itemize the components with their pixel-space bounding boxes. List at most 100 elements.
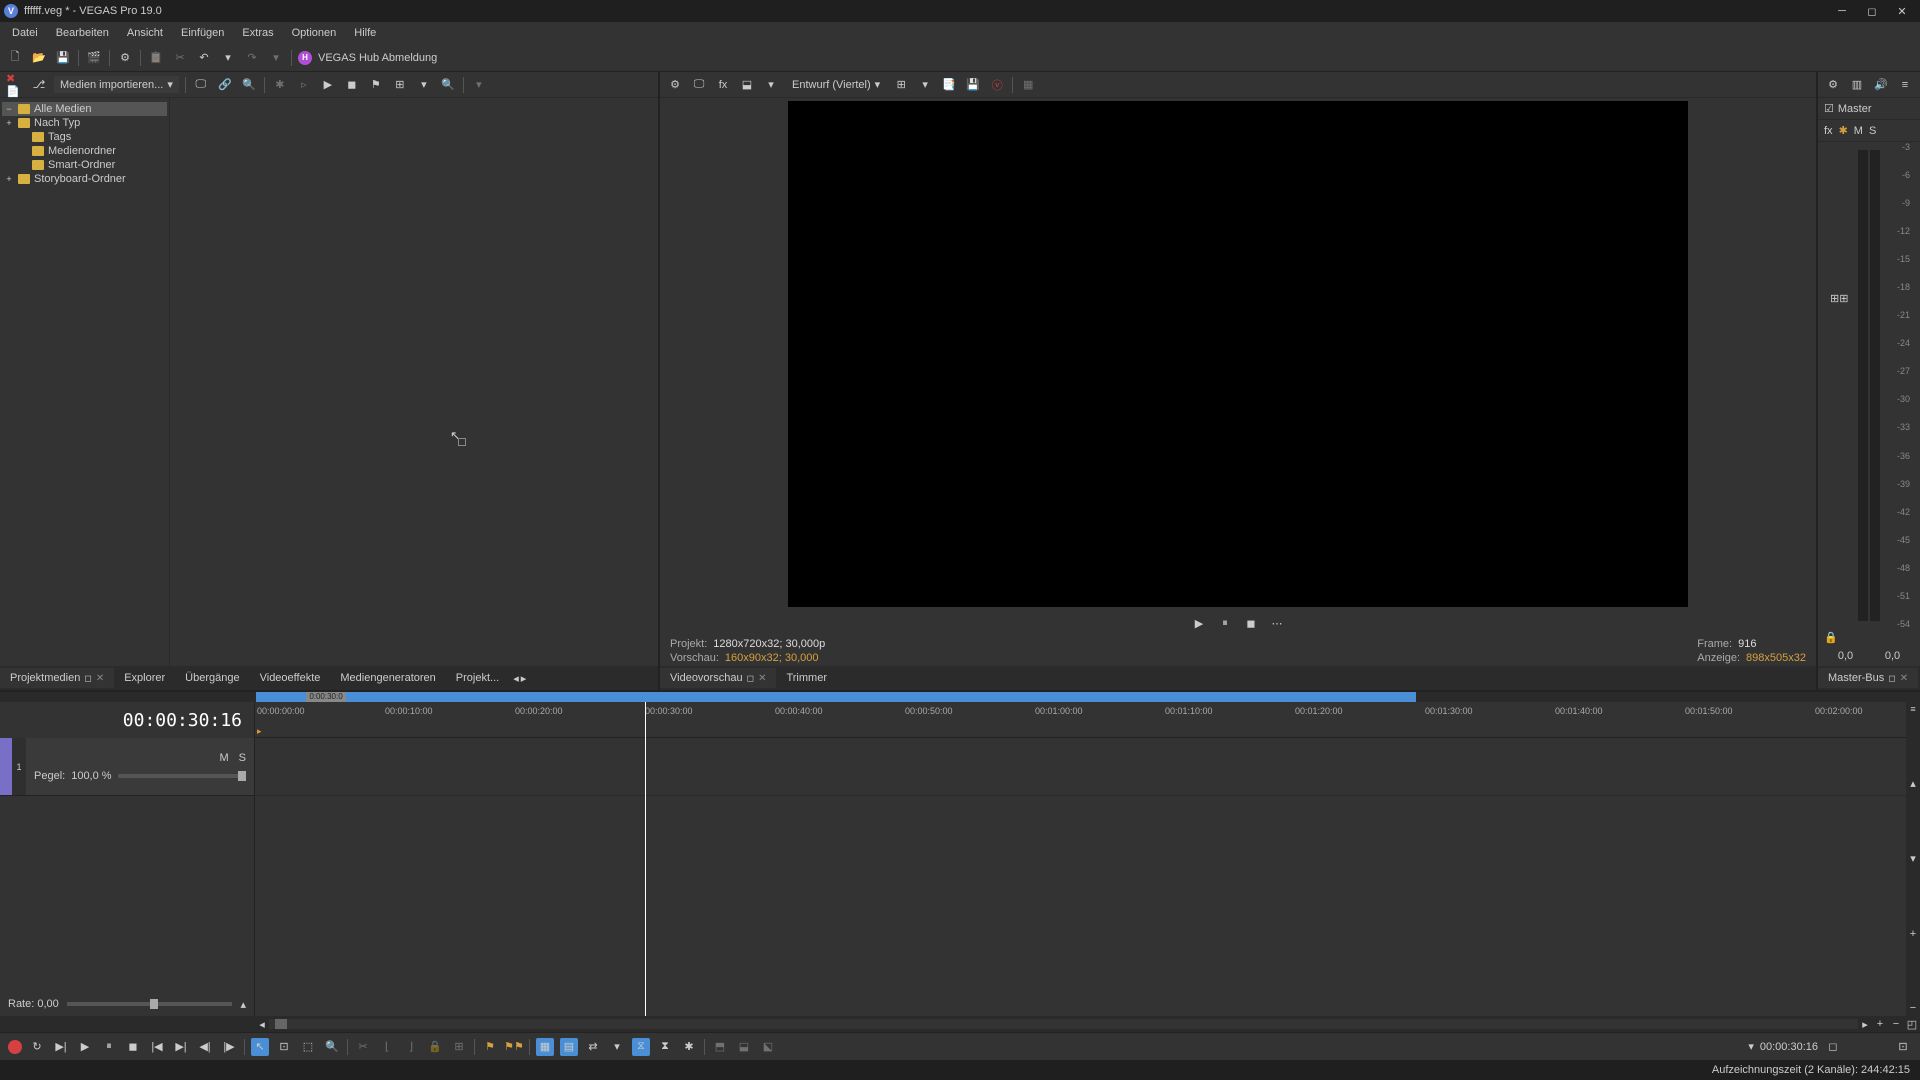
split-screen-button[interactable]: ⬓	[738, 76, 756, 94]
grid-button[interactable]: ⊞	[892, 76, 910, 94]
quality-dropdown[interactable]: Entwurf (Viertel)▾	[786, 76, 886, 93]
split-dropdown[interactable]: ▾	[762, 76, 780, 94]
track-mute-button[interactable]: M	[219, 752, 228, 764]
tab-videoeffekte[interactable]: Videoeffekte	[250, 668, 331, 688]
loop-marker[interactable]: 0:00:30:0	[306, 692, 346, 702]
mixer-dim-button[interactable]: ▥	[1848, 76, 1866, 94]
menu-hilfe[interactable]: Hilfe	[346, 25, 384, 41]
tab-uebergaenge[interactable]: Übergänge	[175, 668, 249, 688]
track-solo-button[interactable]: S	[239, 752, 246, 764]
menu-ansicht[interactable]: Ansicht	[119, 25, 171, 41]
hzoom-out[interactable]: −	[1888, 1018, 1904, 1030]
zoom-tool[interactable]: 🔍	[323, 1038, 341, 1056]
video-scope-button[interactable]: ⓥ	[988, 76, 1006, 94]
open-button[interactable]: 📂	[30, 49, 48, 67]
tab-scroll-right[interactable]: ▸	[521, 672, 527, 685]
zoom-fit[interactable]: ◰	[1904, 1018, 1920, 1031]
timeline-ruler[interactable]: ▸ 00:00:00:00 00:00:10:00 00:00:20:00 00…	[255, 702, 1906, 738]
region-button[interactable]: ⚑⚑	[505, 1038, 523, 1056]
vzoom-out[interactable]: −	[1906, 1002, 1920, 1014]
media-flag-button[interactable]: ⚑	[367, 76, 385, 94]
crossfade-options-button[interactable]: ⧗	[656, 1038, 674, 1056]
normal-edit-tool[interactable]: ↖	[251, 1038, 269, 1056]
envelope-tool[interactable]: ⊡	[275, 1038, 293, 1056]
master-mute-button[interactable]: M	[1854, 125, 1863, 137]
tab-videovorschau[interactable]: Videovorschau◻✕	[660, 668, 776, 688]
media-stop-button[interactable]: ◼	[343, 76, 361, 94]
tree-alle-medien[interactable]: −Alle Medien	[2, 102, 167, 116]
preview-pause-button[interactable]: ⏸	[1216, 614, 1234, 632]
ripple-dropdown[interactable]: ▾	[608, 1038, 626, 1056]
save-button[interactable]: 💾	[54, 49, 72, 67]
import-media-button[interactable]: Medien importieren... ▾	[54, 76, 179, 93]
tree-medienordner[interactable]: Medienordner	[2, 144, 167, 158]
undo-button[interactable]: ↶	[195, 49, 213, 67]
go-start-button[interactable]: |◀	[148, 1038, 166, 1056]
track-lane-1[interactable]	[255, 738, 1906, 796]
auto-crossfade-button[interactable]: ⧖	[632, 1038, 650, 1056]
master-checkbox[interactable]: ☑	[1824, 102, 1834, 115]
undo-dropdown[interactable]: ▾	[219, 49, 237, 67]
search-button[interactable]: 🔍	[439, 76, 457, 94]
loop-button[interactable]: ↻	[28, 1038, 46, 1056]
video-fx-button[interactable]: fx	[714, 76, 732, 94]
fx-automation-button[interactable]: ✱	[680, 1038, 698, 1056]
tree-tags[interactable]: Tags	[2, 130, 167, 144]
get-media-button[interactable]: 🔗	[216, 76, 234, 94]
mixer-props-button[interactable]: ⚙	[1824, 76, 1842, 94]
tree-storyboard-ordner[interactable]: +Storyboard-Ordner	[2, 172, 167, 186]
timeline-options-button[interactable]: ≡	[1906, 704, 1920, 714]
loop-bar[interactable]: 0:00:30:0	[0, 692, 1920, 702]
preview-more-button[interactable]: ⋯	[1268, 614, 1286, 632]
save-snapshot-button[interactable]: 💾	[964, 76, 982, 94]
play-button[interactable]: ▶	[76, 1038, 94, 1056]
preview-props-button[interactable]: ⚙	[666, 76, 684, 94]
tree-smart-ordner[interactable]: Smart-Ordner	[2, 158, 167, 172]
render-button[interactable]: 🎬	[85, 49, 103, 67]
play-start-button[interactable]: ▶|	[52, 1038, 70, 1056]
external-monitor-button[interactable]: 🖵	[690, 76, 708, 94]
menu-optionen[interactable]: Optionen	[284, 25, 345, 41]
hub-icon[interactable]: H	[298, 51, 312, 65]
transport-timecode[interactable]: 00:00:30:16	[1760, 1041, 1818, 1053]
media-options-icon[interactable]: ⎇	[30, 76, 48, 94]
loop-region[interactable]	[256, 692, 1416, 702]
hscroll-right[interactable]: ▸	[1858, 1018, 1872, 1031]
grid-dropdown[interactable]: ▾	[916, 76, 934, 94]
tab-trimmer[interactable]: Trimmer	[776, 668, 837, 688]
pause-button[interactable]: ⏸	[100, 1038, 118, 1056]
hscroll-left[interactable]: ◂	[255, 1018, 269, 1031]
marker-button[interactable]: ⚑	[481, 1038, 499, 1056]
tab-explorer[interactable]: Explorer	[114, 668, 175, 688]
quantize-button[interactable]: ▤	[560, 1038, 578, 1056]
master-fx-button[interactable]: fx	[1824, 125, 1833, 137]
auto-ripple-button[interactable]: ⇄	[584, 1038, 602, 1056]
hscroll-track[interactable]	[269, 1019, 1858, 1029]
master-auto-button[interactable]: ✱	[1839, 124, 1848, 137]
view-dropdown[interactable]: ▾	[415, 76, 433, 94]
master-solo-button[interactable]: S	[1869, 125, 1876, 137]
maximize-button[interactable]: ◻	[1866, 5, 1878, 17]
tab-projektnotizen[interactable]: Projekt...	[446, 668, 509, 688]
prev-frame-button[interactable]: ◀|	[196, 1038, 214, 1056]
timeline-timecode[interactable]: 00:00:30:16	[0, 702, 254, 738]
rate-menu-button[interactable]: ▴	[240, 998, 246, 1011]
record-button[interactable]	[8, 1040, 22, 1054]
layout-button[interactable]: ⊡	[1894, 1038, 1912, 1056]
master-lock-icon[interactable]: 🔒	[1824, 632, 1838, 644]
menu-einfuegen[interactable]: Einfügen	[173, 25, 232, 41]
menu-datei[interactable]: Datei	[4, 25, 46, 41]
new-button[interactable]: 🗋	[6, 49, 24, 67]
remove-media-button[interactable]: ✖📄	[6, 76, 24, 94]
media-grid[interactable]: ↖	[170, 98, 658, 666]
playhead[interactable]	[645, 702, 646, 1016]
stop-button[interactable]: ◼	[124, 1038, 142, 1056]
go-end-button[interactable]: ▶|	[172, 1038, 190, 1056]
media-fx-button[interactable]: 🔍	[240, 76, 258, 94]
menu-bearbeiten[interactable]: Bearbeiten	[48, 25, 117, 41]
copy-snapshot-button[interactable]: 📑	[940, 76, 958, 94]
capture-button[interactable]: 🖵	[192, 76, 210, 94]
tab-master-bus[interactable]: Master-Bus◻✕	[1818, 668, 1918, 688]
mixer-downmix-button[interactable]: 🔊	[1872, 76, 1890, 94]
tree-nach-typ[interactable]: +Nach Typ	[2, 116, 167, 130]
